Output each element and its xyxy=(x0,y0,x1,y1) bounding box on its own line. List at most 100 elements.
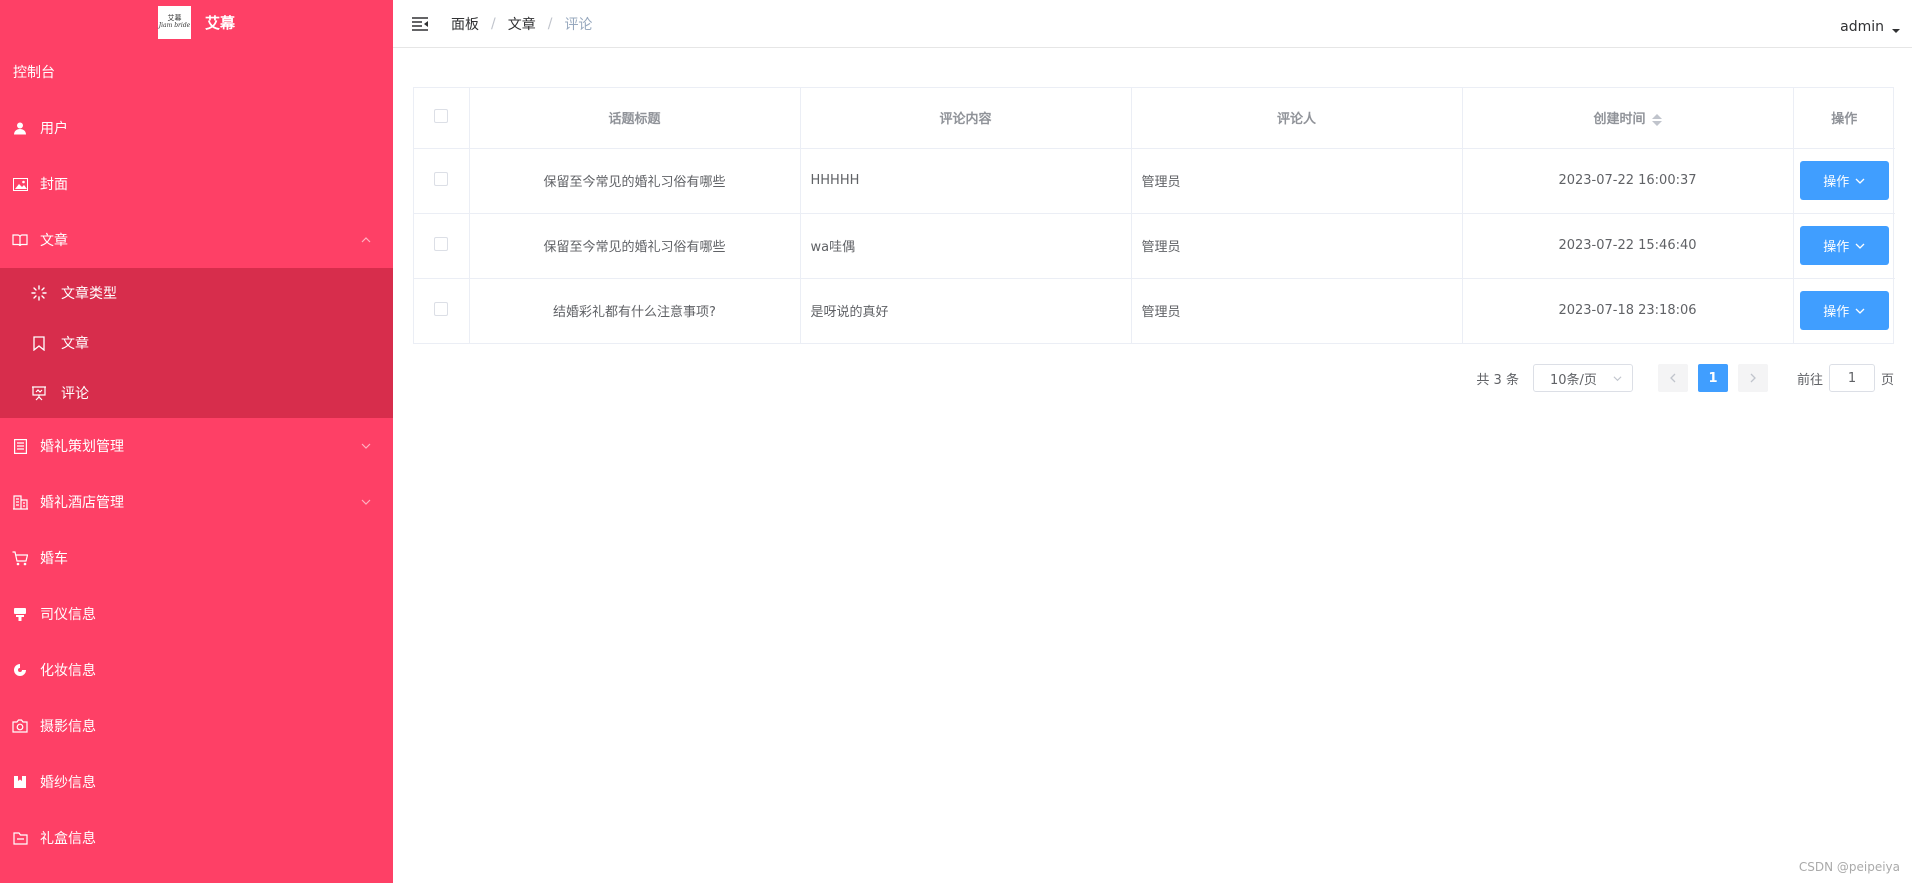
row-action-button[interactable]: 操作 xyxy=(1799,226,1889,265)
sidebar-item-article-list[interactable]: 文章 xyxy=(0,318,393,368)
sidebar-item-label: 用户 xyxy=(40,121,68,137)
column-header-title: 话题标题 xyxy=(469,88,801,149)
loading-icon xyxy=(31,285,47,301)
breadcrumb-item-panel[interactable]: 面板 xyxy=(451,14,479,34)
sidebar-item-comments[interactable]: 评论 xyxy=(0,368,393,418)
sidebar-item-label: 婚车 xyxy=(40,551,68,567)
page-jumper: 前往 页 xyxy=(1797,364,1894,392)
prev-page-button[interactable] xyxy=(1657,364,1688,392)
user-dropdown[interactable]: admin xyxy=(1840,19,1900,35)
cell-title: 保留至今常见的婚礼习俗有哪些 xyxy=(469,213,801,279)
palette-icon xyxy=(12,662,28,678)
next-page-button[interactable] xyxy=(1737,364,1768,392)
camera-icon xyxy=(12,718,28,734)
row-action-button[interactable]: 操作 xyxy=(1799,161,1889,200)
cell-content: wa哇偶 xyxy=(800,213,1132,279)
sidebar-item-article-types[interactable]: 文章类型 xyxy=(0,268,393,318)
goto-page-input[interactable] xyxy=(1828,364,1875,392)
sidebar-item-label: 摄影信息 xyxy=(40,719,96,735)
column-header-user: 评论人 xyxy=(1131,88,1463,149)
book-icon xyxy=(12,232,28,248)
cell-content: 是呀说的真好 xyxy=(800,278,1132,343)
cell-title: 结婚彩礼都有什么注意事项? xyxy=(469,278,801,343)
sidebar-item-label: 文章类型 xyxy=(61,286,117,302)
cell-user: 管理员 xyxy=(1131,148,1463,214)
suitcase-icon xyxy=(12,774,28,790)
sidebar-item-label: 礼盒信息 xyxy=(40,831,96,847)
page-number-current[interactable]: 1 xyxy=(1697,364,1728,392)
sidebar-item-cover[interactable]: 封面 xyxy=(0,156,393,212)
sidebar-item-wedding-planning[interactable]: 婚礼策划管理 xyxy=(0,418,393,474)
chevron-up-icon xyxy=(361,237,371,243)
goto-suffix: 页 xyxy=(1880,372,1894,388)
watermark: CSDN @peipeiya xyxy=(1798,860,1900,874)
cell-time: 2023-07-18 23:18:06 xyxy=(1462,278,1794,343)
sidebar-item-wedding-car[interactable]: 婚车 xyxy=(0,530,393,586)
row-checkbox[interactable] xyxy=(434,171,449,186)
sidebar-item-wedding-dress[interactable]: 婚纱信息 xyxy=(0,754,393,810)
row-action-button[interactable]: 操作 xyxy=(1799,291,1889,331)
logo-image: 艾幕 Jiam bride xyxy=(157,5,191,39)
sidebar-item-wedding-hotel[interactable]: 婚礼酒店管理 xyxy=(0,474,393,530)
submenu-articles: 文章类型 文章 评论 xyxy=(0,268,393,418)
cell-user: 管理员 xyxy=(1131,213,1463,279)
sidebar-item-host[interactable]: 司仪信息 xyxy=(0,586,393,642)
folder-icon xyxy=(12,830,28,846)
menu-toggle-icon[interactable] xyxy=(411,15,429,33)
comments-table: 话题标题 评论内容 评论人 创建时间 操作 保留至今常见的婚礼习俗有哪些 HHH… xyxy=(413,87,1895,344)
cell-content: HHHHH xyxy=(800,148,1132,214)
sidebar: 艾幕 Jiam bride 艾幕 控制台 用户 封面 文章 文章类型 文章 评论… xyxy=(0,0,393,883)
chevron-down-icon xyxy=(1613,375,1622,381)
notebook-icon xyxy=(12,438,28,454)
row-checkbox[interactable] xyxy=(434,301,449,316)
select-all-checkbox[interactable] xyxy=(434,108,449,123)
table-header-row: 话题标题 评论内容 评论人 创建时间 操作 xyxy=(414,88,1895,149)
goto-prefix: 前往 xyxy=(1796,372,1823,388)
table-row: 结婚彩礼都有什么注意事项? 是呀说的真好 管理员 2023-07-18 23:1… xyxy=(414,278,1895,343)
sidebar-item-label: 婚礼酒店管理 xyxy=(40,495,124,511)
chevron-down-icon xyxy=(361,499,371,505)
sidebar-item-label: 婚纱信息 xyxy=(40,775,96,791)
cell-time: 2023-07-22 15:46:40 xyxy=(1462,213,1794,279)
chevron-right-icon xyxy=(1750,373,1756,383)
table-row: 保留至今常见的婚礼习俗有哪些 HHHHH 管理员 2023-07-22 16:0… xyxy=(414,148,1895,214)
user-icon xyxy=(12,120,28,136)
column-header-content: 评论内容 xyxy=(800,88,1132,149)
row-checkbox[interactable] xyxy=(434,236,449,251)
chevron-down-icon xyxy=(1855,308,1865,314)
sort-icon[interactable] xyxy=(1651,113,1662,126)
page-size-select[interactable]: 10条/页 xyxy=(1532,364,1633,392)
sidebar-item-dashboard[interactable]: 控制台 xyxy=(0,44,393,100)
sidebar-item-photography[interactable]: 摄影信息 xyxy=(0,698,393,754)
app-title: 艾幕 xyxy=(204,13,235,32)
chevron-down-icon xyxy=(361,443,371,449)
breadcrumb-item-articles[interactable]: 文章 xyxy=(508,14,536,34)
sidebar-item-label: 文章 xyxy=(40,233,68,249)
pagination: 共 3 条 10条/页 1 前往 页 xyxy=(1476,364,1894,392)
sidebar-item-users[interactable]: 用户 xyxy=(0,100,393,156)
table-row: 保留至今常见的婚礼习俗有哪些 wa哇偶 管理员 2023-07-22 15:46… xyxy=(414,213,1895,279)
sidebar-item-makeup[interactable]: 化妆信息 xyxy=(0,642,393,698)
chevron-left-icon xyxy=(1670,373,1676,383)
column-header-time[interactable]: 创建时间 xyxy=(1462,88,1794,149)
picture-icon xyxy=(12,176,28,192)
cell-time: 2023-07-22 16:00:37 xyxy=(1462,148,1794,214)
breadcrumb-item-comments: 评论 xyxy=(564,16,593,33)
chevron-down-icon xyxy=(1855,243,1865,249)
sidebar-item-articles[interactable]: 文章 xyxy=(0,212,393,268)
microphone-icon xyxy=(12,606,28,622)
sidebar-item-label: 评论 xyxy=(61,386,89,402)
sidebar-item-label: 封面 xyxy=(40,177,68,193)
logo-small-bottom: Jiam bride xyxy=(158,21,191,29)
top-header: 面板 / 文章 / 评论 admin xyxy=(393,0,1912,48)
cell-user: 管理员 xyxy=(1131,278,1463,343)
sidebar-item-gift-box[interactable]: 礼盒信息 xyxy=(0,810,393,866)
sidebar-item-label: 婚礼策划管理 xyxy=(40,439,124,455)
sidebar-item-label: 司仪信息 xyxy=(40,607,96,623)
building-icon xyxy=(12,494,28,510)
presentation-icon xyxy=(31,385,47,401)
cart-icon xyxy=(12,550,28,566)
sidebar-item-label: 文章 xyxy=(61,336,89,352)
breadcrumb: 面板 / 文章 / 评论 xyxy=(451,14,593,34)
chevron-down-icon xyxy=(1855,178,1865,184)
